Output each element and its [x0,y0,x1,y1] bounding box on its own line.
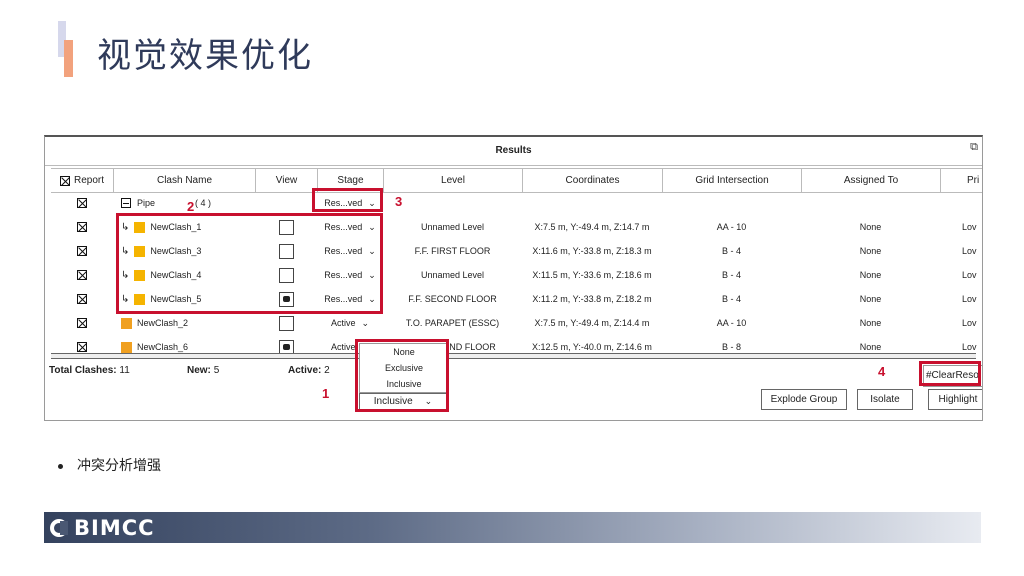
clash-status-icon [121,341,132,353]
chevron-down-icon: ⌄ [361,317,370,328]
annotation-box-3 [312,188,383,212]
header-clash-name[interactable]: Clash Name [113,169,255,192]
grid-header: Report Clash Name View Stage Level Coord… [51,168,982,193]
annotation-number-4: 4 [878,364,886,379]
explode-group-button[interactable]: Explode Group [761,389,847,410]
annotation-box-1 [355,339,449,412]
horizontal-scrollbar[interactable] [51,353,976,359]
view-thumbnail[interactable] [278,315,294,331]
report-checkbox[interactable] [77,318,87,328]
annotation-number-2: 2 [187,199,195,214]
report-checkbox[interactable] [77,270,87,280]
footer-banner: BIMCC [44,512,981,543]
camera-icon[interactable] [278,339,294,353]
header-assigned-to[interactable]: Assigned To [801,169,940,192]
annotation-number-1: 1 [322,386,330,401]
group-name: Pipe [137,198,156,208]
active-clashes: Active: 2 [288,365,330,376]
annotation-box-4 [919,361,981,386]
header-view[interactable]: View [255,169,317,192]
window-title: Results [45,137,982,166]
annotation-box-2 [116,213,383,314]
collapse-group-icon[interactable] [121,198,131,208]
header-level[interactable]: Level [383,169,522,192]
annotation-number-3: 3 [395,194,403,209]
total-clashes: Total Clashes: 11 [49,365,130,376]
title-accent-bar-orange [64,40,73,77]
slide-title: 视觉效果优化 [97,36,313,76]
new-clashes: New: 5 [187,365,220,376]
table-row[interactable]: NewClash_2 Active ⌄ T.O. PARAPET (ESSC) X… [51,311,982,335]
bimcc-logo: BIMCC [50,516,155,540]
bullet-point: 冲突分析增强 [58,455,161,475]
header-priority[interactable]: Pri [940,169,982,192]
header-grid-intersection[interactable]: Grid Intersection [662,169,801,192]
stage-select[interactable]: Active⌄ [317,311,383,335]
report-checkbox[interactable] [77,222,87,232]
report-checkbox[interactable] [77,246,87,256]
header-report[interactable]: Report [51,169,113,192]
logo-mark-icon [50,519,68,537]
report-checkbox-icon[interactable] [59,175,70,186]
report-checkbox[interactable] [77,198,87,208]
report-checkbox[interactable] [77,342,87,352]
highlight-button[interactable]: Highlight [928,389,982,410]
bullet-dot-icon [58,463,63,469]
report-checkbox[interactable] [77,294,87,304]
table-row[interactable]: NewClash_6 Active⌄ ND FLOOR X:12.5 m, Y:… [51,335,982,353]
isolate-button[interactable]: Isolate [857,389,913,410]
restore-window-icon[interactable]: ⧉ [970,140,978,154]
group-count: ( 4 ) [195,198,212,208]
clash-status-icon [121,317,132,329]
header-coordinates[interactable]: Coordinates [522,169,662,192]
